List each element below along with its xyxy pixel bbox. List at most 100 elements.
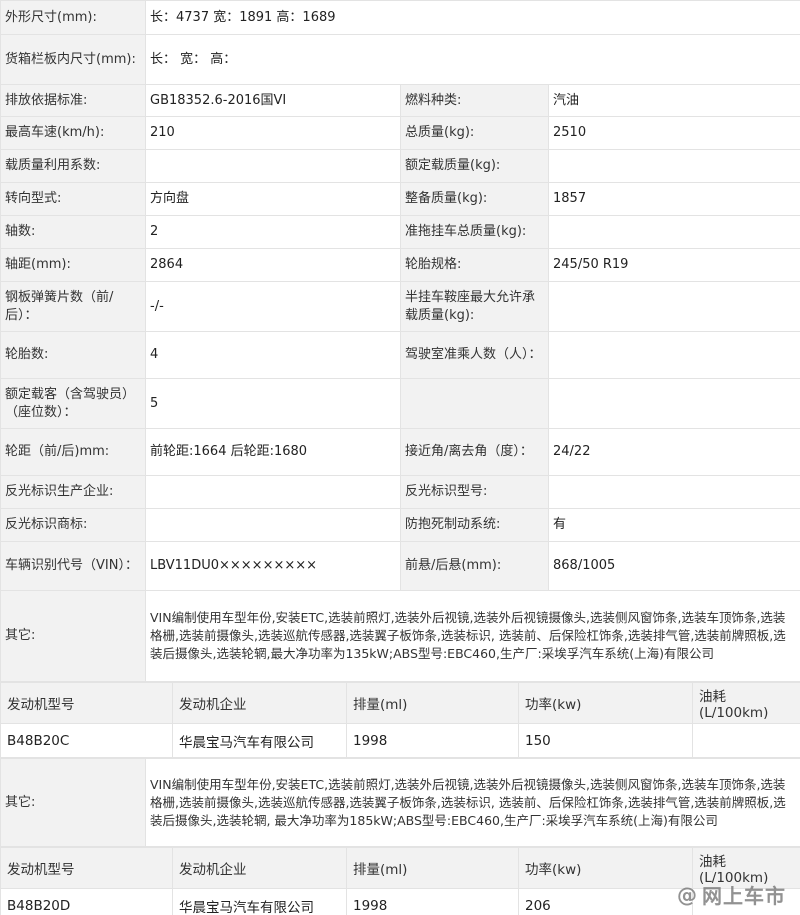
spec-row: 最高车速(km/h): 210 总质量(kg): 2510	[0, 116, 800, 150]
spec-value: 5	[145, 378, 401, 429]
spec-label: 外形尺寸(mm):	[0, 0, 146, 35]
engine-header-cell: 发动机型号	[0, 682, 173, 724]
spec-row: 货箱栏板内尺寸(mm): 长： 宽： 高：	[0, 34, 800, 85]
spec-label: 钢板弹簧片数（前/后）：	[0, 281, 146, 332]
engine-header-row: 发动机型号 发动机企业 排量(ml) 功率(kw) 油耗(L/100km)	[0, 682, 800, 724]
spec-value	[548, 149, 800, 183]
engine-header-cell: 油耗(L/100km)	[692, 682, 800, 724]
spec-label: 接近角/离去角（度）：	[400, 428, 549, 476]
watermark-symbol: @	[677, 882, 698, 907]
watermark-text: 网上车市	[702, 884, 786, 908]
spec-label: 最高车速(km/h):	[0, 116, 146, 150]
spec-value: 2	[145, 215, 401, 249]
spec-row: 排放依据标准: GB18352.6-2016国VI 燃料种类: 汽油	[0, 84, 800, 117]
spec-label: 转向型式:	[0, 182, 146, 216]
spec-value	[548, 475, 800, 509]
spec-row: 反光标识生产企业: 反光标识型号:	[0, 475, 800, 509]
spec-table: 外形尺寸(mm): 长：4737 宽：1891 高：1689 货箱栏板内尺寸(mm)…	[0, 0, 800, 682]
spec-value	[548, 331, 800, 379]
spec-value	[548, 378, 800, 429]
spec-value: 868/1005	[548, 541, 800, 591]
other-value: VIN编制使用车型年份,安装ETC,选装前照灯,选装外后视镜,选装外后视镜摄像头…	[145, 590, 800, 682]
spec-label: 燃料种类:	[400, 84, 549, 117]
spec-label: 轴距(mm):	[0, 248, 146, 282]
engine-header-cell: 发动机企业	[172, 682, 347, 724]
spec-value: 汽油	[548, 84, 800, 117]
engine-header-cell: 发动机企业	[172, 847, 347, 889]
other-label: 其它:	[0, 590, 146, 682]
spec-value	[145, 149, 401, 183]
spec-value: 方向盘	[145, 182, 401, 216]
engine-value-cell: 华晨宝马汽车有限公司	[172, 723, 347, 758]
spec-value: 2510	[548, 116, 800, 150]
engine-value-row: B48B20C 华晨宝马汽车有限公司 1998 150	[0, 723, 800, 758]
spec-label	[400, 378, 549, 429]
spec-value: 前轮距:1664 后轮距:1680	[145, 428, 401, 476]
spec-row: 反光标识商标: 防抱死制动系统: 有	[0, 508, 800, 542]
spec-label: 排放依据标准:	[0, 84, 146, 117]
engine-value-cell: 华晨宝马汽车有限公司	[172, 888, 347, 915]
spec-label: 轮距（前/后)mm:	[0, 428, 146, 476]
spec-value	[145, 475, 401, 509]
spec-label: 准拖挂车总质量(kg):	[400, 215, 549, 249]
spec-label: 货箱栏板内尺寸(mm):	[0, 34, 146, 85]
engine-value-cell	[692, 723, 800, 758]
spec-value	[145, 508, 401, 542]
engine-value-cell: B48B20D	[0, 888, 173, 915]
other-label: 其它:	[0, 758, 146, 847]
engine-header-cell: 功率(kw)	[518, 847, 693, 889]
other-row: 其它: VIN编制使用车型年份,安装ETC,选装前照灯,选装外后视镜,选装外后视…	[0, 758, 800, 847]
spec-row: 车辆识别代号（VIN）： LBV11DU0××××××××× 前悬/后悬(mm): 8…	[0, 541, 800, 591]
spec-label: 车辆识别代号（VIN）：	[0, 541, 146, 591]
spec-value: 1857	[548, 182, 800, 216]
spec-label: 轮胎数:	[0, 331, 146, 379]
spec-value: 长： 宽： 高：	[145, 34, 800, 85]
spec-label: 整备质量(kg):	[400, 182, 549, 216]
engine-header-cell: 发动机型号	[0, 847, 173, 889]
other-table-2: 其它: VIN编制使用车型年份,安装ETC,选装前照灯,选装外后视镜,选装外后视…	[0, 758, 800, 847]
spec-row: 轮距（前/后)mm: 前轮距:1664 后轮距:1680 接近角/离去角（度）： 24…	[0, 428, 800, 476]
engine-header-cell: 排量(ml)	[346, 682, 519, 724]
spec-value: 24/22	[548, 428, 800, 476]
spec-value: GB18352.6-2016国VI	[145, 84, 401, 117]
spec-label: 轮胎规格:	[400, 248, 549, 282]
engine-value-cell: 150	[518, 723, 693, 758]
engine-table-1: 发动机型号 发动机企业 排量(ml) 功率(kw) 油耗(L/100km) B48B20C…	[0, 682, 800, 758]
spec-label: 防抱死制动系统:	[400, 508, 549, 542]
spec-value: 245/50 R19	[548, 248, 800, 282]
engine-value-cell: 1998	[346, 888, 519, 915]
spec-label: 额定载质量(kg):	[400, 149, 549, 183]
spec-row: 其它: VIN编制使用车型年份,安装ETC,选装前照灯,选装外后视镜,选装外后视镜…	[0, 590, 800, 682]
spec-value: 有	[548, 508, 800, 542]
spec-value: 210	[145, 116, 401, 150]
watermark: @ 网上车市	[677, 880, 786, 909]
spec-label: 前悬/后悬(mm):	[400, 541, 549, 591]
spec-row: 转向型式: 方向盘 整备质量(kg): 1857	[0, 182, 800, 216]
other-value: VIN编制使用车型年份,安装ETC,选装前照灯,选装外后视镜,选装外后视镜摄像头…	[145, 758, 800, 847]
spec-value: LBV11DU0×××××××××	[145, 541, 401, 591]
spec-value: -/-	[145, 281, 401, 332]
spec-row: 额定载客（含驾驶员）（座位数）： 5	[0, 378, 800, 429]
spec-value: 4	[145, 331, 401, 379]
spec-row: 钢板弹簧片数（前/后）： -/- 半挂车鞍座最大允许承载质量(kg):	[0, 281, 800, 332]
spec-value: 2864	[145, 248, 401, 282]
spec-label: 额定载客（含驾驶员）（座位数）：	[0, 378, 146, 429]
spec-row: 轴数: 2 准拖挂车总质量(kg):	[0, 215, 800, 249]
spec-label: 载质量利用系数:	[0, 149, 146, 183]
engine-header-cell: 排量(ml)	[346, 847, 519, 889]
spec-label: 轴数:	[0, 215, 146, 249]
spec-label: 反光标识型号:	[400, 475, 549, 509]
spec-label: 总质量(kg):	[400, 116, 549, 150]
spec-row: 轴距(mm): 2864 轮胎规格: 245/50 R19	[0, 248, 800, 282]
spec-row: 外形尺寸(mm): 长：4737 宽：1891 高：1689	[0, 0, 800, 35]
spec-label: 驾驶室准乘人数（人）：	[400, 331, 549, 379]
spec-label: 反光标识生产企业:	[0, 475, 146, 509]
spec-value	[548, 281, 800, 332]
spec-label: 半挂车鞍座最大允许承载质量(kg):	[400, 281, 549, 332]
engine-value-cell: 206	[518, 888, 693, 915]
spec-row: 轮胎数: 4 驾驶室准乘人数（人）：	[0, 331, 800, 379]
engine-value-cell: B48B20C	[0, 723, 173, 758]
engine-value-cell: 1998	[346, 723, 519, 758]
spec-row: 载质量利用系数: 额定载质量(kg):	[0, 149, 800, 183]
spec-value: 长：4737 宽：1891 高：1689	[145, 0, 800, 35]
